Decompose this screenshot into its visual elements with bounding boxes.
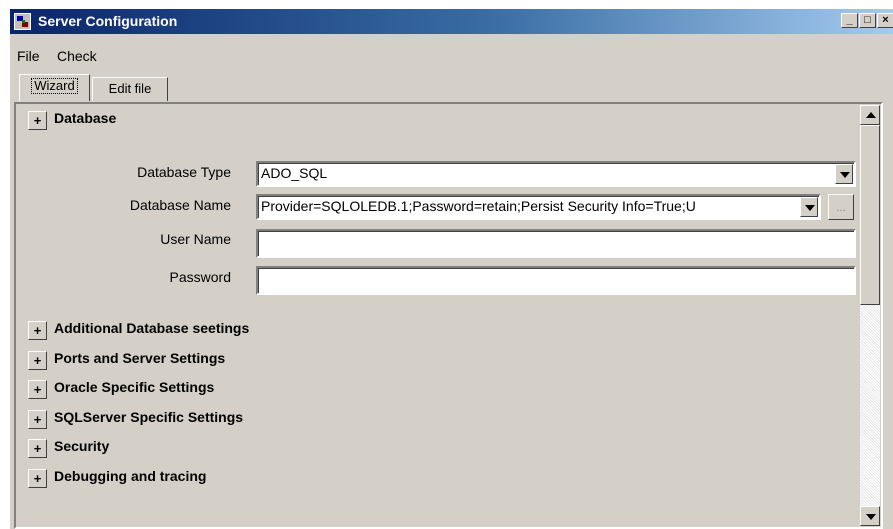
menu-check[interactable]: Check [57, 48, 97, 64]
expand-button[interactable]: + [28, 439, 47, 458]
section-oracle-specific-settings[interactable]: + Oracle Specific Settings [28, 377, 428, 399]
database-type-label: Database Type [137, 164, 231, 180]
database-type-dropdown-button[interactable] [835, 164, 853, 184]
tab-wizard-label: Wizard [31, 78, 78, 94]
section-database[interactable]: + Database [28, 108, 328, 130]
section-security[interactable]: + Security [28, 436, 428, 458]
password-input[interactable] [256, 266, 856, 295]
tab-edit-file[interactable]: Edit file [92, 77, 168, 101]
chevron-down-icon [840, 172, 850, 178]
user-name-label: User Name [160, 231, 231, 247]
arrow-up-icon [866, 112, 876, 118]
chevron-down-icon [805, 205, 815, 211]
user-name-input[interactable] [256, 229, 856, 258]
section-additional-database-settings[interactable]: + Additional Database seetings [28, 318, 428, 340]
app-icon[interactable] [14, 13, 31, 30]
section-title: Additional Database seetings [54, 320, 250, 336]
vertical-scrollbar[interactable] [860, 105, 880, 526]
section-sqlserver-specific-settings[interactable]: + SQLServer Specific Settings [28, 407, 428, 429]
menu-bar: File Check [10, 36, 893, 64]
section-database-title: Database [54, 110, 117, 126]
section-ports-server-settings[interactable]: + Ports and Server Settings [28, 348, 428, 370]
database-type-select[interactable]: ADO_SQL [256, 161, 856, 187]
wizard-panel: + Database Database Type ADO_SQL Databas… [14, 102, 883, 529]
database-name-value: Provider=SQLOLEDB.1;Password=retain;Pers… [261, 198, 696, 214]
section-title: Debugging and tracing [54, 468, 207, 484]
server-configuration-window: Server Configuration _ □ × File Check Wi… [9, 9, 893, 529]
title-bar[interactable]: Server Configuration _ □ × [10, 9, 893, 34]
minimize-button[interactable]: _ [841, 13, 858, 28]
scroll-up-button[interactable] [860, 105, 880, 125]
tab-wizard[interactable]: Wizard [19, 74, 90, 101]
expand-button[interactable]: + [28, 380, 47, 399]
database-name-browse-button[interactable]: ... [828, 194, 854, 220]
expand-button[interactable]: + [28, 321, 47, 340]
section-debugging-tracing[interactable]: + Debugging and tracing [28, 466, 428, 488]
expand-button[interactable]: + [28, 469, 47, 488]
arrow-down-icon [866, 514, 876, 520]
maximize-button[interactable]: □ [859, 13, 876, 28]
scroll-down-button[interactable] [860, 506, 880, 526]
database-name-label: Database Name [129, 197, 231, 213]
expand-database-button[interactable]: + [28, 111, 47, 130]
section-title: SQLServer Specific Settings [54, 409, 244, 425]
expand-button[interactable]: + [28, 410, 47, 429]
close-button[interactable]: × [877, 13, 893, 28]
database-type-value: ADO_SQL [261, 165, 328, 181]
section-title: Ports and Server Settings [54, 350, 226, 366]
expand-button[interactable]: + [28, 351, 47, 370]
password-label: Password [169, 269, 231, 285]
scroll-thumb[interactable] [860, 125, 880, 305]
database-name-dropdown-button[interactable] [800, 197, 818, 217]
section-title: Oracle Specific Settings [54, 379, 215, 395]
menu-file[interactable]: File [17, 48, 40, 64]
window-title: Server Configuration [38, 13, 178, 29]
section-title: Security [54, 438, 110, 454]
tab-edit-file-label: Edit file [108, 81, 152, 96]
database-name-combo[interactable]: Provider=SQLOLEDB.1;Password=retain;Pers… [256, 194, 821, 220]
